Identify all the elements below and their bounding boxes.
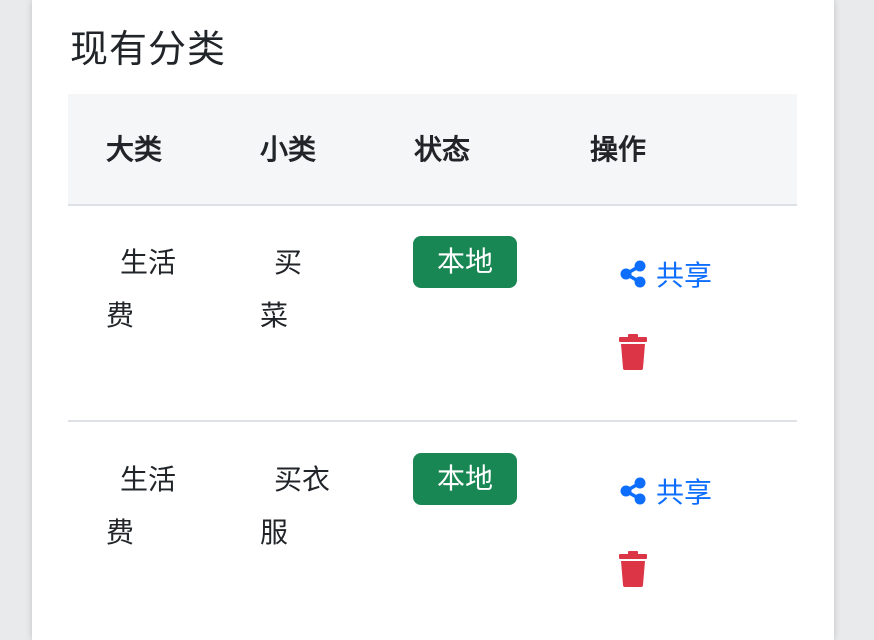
- delete-icon[interactable]: [618, 551, 648, 587]
- header-subcategory: 小类: [260, 133, 317, 166]
- status-badge: 本地: [413, 236, 517, 288]
- row-subcategory: 买衣服: [260, 463, 331, 549]
- header-status: 状态: [414, 133, 471, 166]
- status-badge: 本地: [413, 453, 517, 505]
- share-label: 共享: [656, 476, 713, 509]
- table-header: 大类 小类 状态 操作: [68, 94, 797, 206]
- share-icon: [620, 477, 646, 505]
- header-category: 大类: [106, 133, 163, 166]
- page-title: 现有分类: [70, 27, 227, 71]
- row-divider: [68, 420, 797, 422]
- share-button[interactable]: 共享: [618, 254, 712, 294]
- share-icon: [620, 260, 646, 288]
- delete-icon[interactable]: [618, 334, 648, 370]
- row-category: 生活费: [106, 246, 177, 332]
- header-actions: 操作: [590, 133, 647, 166]
- row-subcategory: 买菜: [260, 246, 303, 332]
- row-category: 生活费: [106, 463, 177, 549]
- share-button[interactable]: 共享: [618, 471, 712, 511]
- share-label: 共享: [656, 259, 713, 292]
